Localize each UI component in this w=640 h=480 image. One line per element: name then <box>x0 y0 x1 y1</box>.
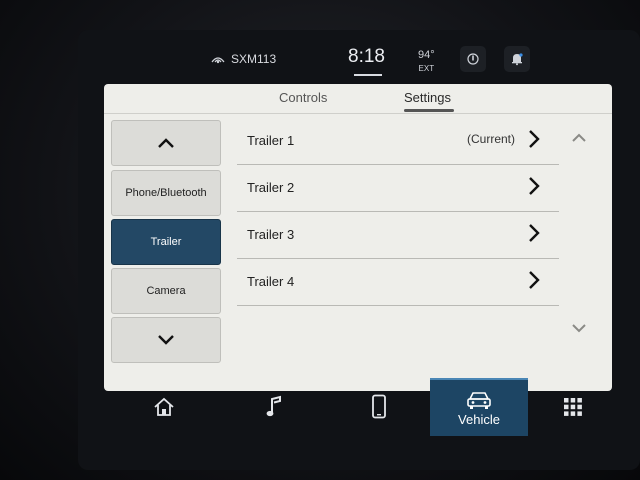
chevron-down-icon <box>158 335 174 345</box>
notification-bell-icon <box>512 53 523 66</box>
list-item[interactable]: Trailer 4 <box>237 259 559 306</box>
bottom-nav: Vehicle <box>104 378 612 436</box>
header-divider <box>104 113 612 114</box>
outside-temperature: 94° EXT <box>418 49 435 75</box>
vehicle-icon <box>467 391 491 409</box>
list-item-label: Trailer 3 <box>247 227 295 242</box>
clock-underline <box>354 74 382 76</box>
sidebar-scroll-up-button[interactable] <box>111 120 221 166</box>
siriusxm-icon <box>211 57 225 64</box>
driver-assist-icon <box>467 53 479 65</box>
settings-panel: Controls Settings Phone/Bluetooth Traile… <box>104 84 612 391</box>
music-note-icon <box>266 395 281 417</box>
notification-button[interactable] <box>504 46 530 72</box>
chevron-right-icon <box>529 130 540 148</box>
list-scroll-down-icon[interactable] <box>569 318 589 338</box>
sidebar-scroll-down-button[interactable] <box>111 317 221 363</box>
chevron-right-icon <box>529 271 540 289</box>
nav-vehicle-button[interactable]: Vehicle <box>430 378 528 436</box>
list-item-label: Trailer 4 <box>247 274 295 289</box>
nav-home-button[interactable] <box>124 378 204 436</box>
nav-phone-button[interactable] <box>339 378 419 436</box>
phone-icon <box>372 394 386 419</box>
nav-apps-button[interactable] <box>534 378 612 436</box>
clock[interactable]: 8:18 <box>348 46 385 68</box>
nav-vehicle-label: Vehicle <box>458 411 500 427</box>
temp-value: 94° <box>418 49 435 61</box>
driver-assist-button[interactable] <box>460 46 486 72</box>
radio-source[interactable]: SXM113 <box>210 52 276 66</box>
apps-grid-icon <box>564 398 582 416</box>
tab-settings[interactable]: Settings <box>404 90 451 105</box>
chevron-right-icon <box>529 177 540 195</box>
temp-unit: EXT <box>418 64 435 73</box>
list-item-label: Trailer 1 <box>247 133 295 148</box>
active-tab-indicator <box>404 109 454 112</box>
list-item[interactable]: Trailer 2 <box>237 165 559 212</box>
list-item[interactable]: Trailer 3 <box>237 212 559 259</box>
radio-station: SXM113 <box>231 52 277 66</box>
sidebar-item-phone-bluetooth[interactable]: Phone/Bluetooth <box>111 170 221 216</box>
status-bar: SXM113 8:18 94° EXT <box>200 40 540 80</box>
list-item-label: Trailer 2 <box>247 180 295 195</box>
tab-controls[interactable]: Controls <box>279 90 327 105</box>
chevron-up-icon <box>158 138 174 148</box>
sidebar-item-trailer[interactable]: Trailer <box>111 219 221 265</box>
current-status: (Current) <box>466 132 515 146</box>
nav-media-button[interactable] <box>234 378 314 436</box>
sidebar-item-camera[interactable]: Camera <box>111 268 221 314</box>
chevron-right-icon <box>529 224 540 242</box>
list-item[interactable]: Trailer 1 (Current) <box>237 118 559 165</box>
home-icon <box>154 397 174 416</box>
list-scroll-up-icon[interactable] <box>569 128 589 148</box>
